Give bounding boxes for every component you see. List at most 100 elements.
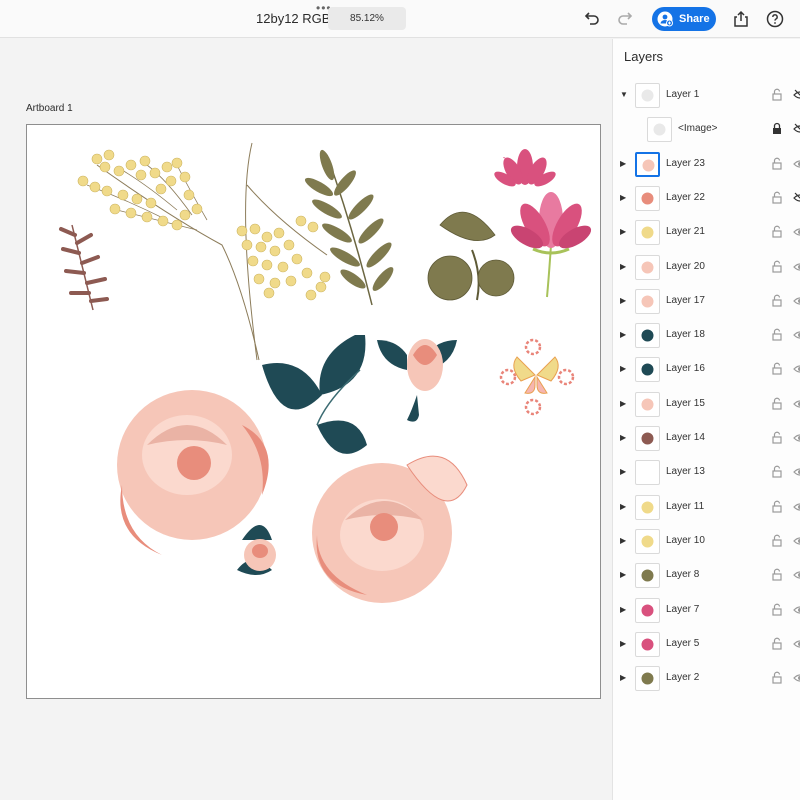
layer-row[interactable]: ▼ Layer 1 [613,79,800,113]
eye-hidden-icon[interactable] [793,191,800,205]
lock-open-icon[interactable] [770,500,784,514]
lock-open-icon[interactable] [770,603,784,617]
eye-icon[interactable] [793,603,800,617]
layer-name[interactable]: <Image> [678,123,717,134]
layer-row[interactable]: ▶ Layer 21 [613,216,800,250]
layer-name[interactable]: Layer 21 [666,226,705,237]
layer-name[interactable]: Layer 23 [666,158,705,169]
lock-open-icon[interactable] [770,191,784,205]
eye-icon[interactable] [793,294,800,308]
lock-open-icon[interactable] [770,328,784,342]
expand-arrow-icon[interactable]: ▶ [620,193,630,203]
eye-icon[interactable] [793,362,800,376]
layer-row[interactable]: ▶ Layer 17 [613,285,800,319]
layer-name[interactable]: Layer 10 [666,535,705,546]
layer-row[interactable]: ▶ Layer 2 [613,662,800,696]
eye-hidden-icon[interactable] [793,122,800,136]
layer-name[interactable]: Layer 20 [666,261,705,272]
eye-icon[interactable] [793,225,800,239]
eye-icon[interactable] [793,534,800,548]
eye-hidden-icon[interactable] [793,88,800,102]
layer-name[interactable]: Layer 1 [666,89,699,100]
redo-icon[interactable] [614,8,636,30]
eye-icon[interactable] [793,260,800,274]
eye-icon[interactable] [793,431,800,445]
lock-open-icon[interactable] [770,637,784,651]
expand-arrow-icon[interactable]: ▶ [620,159,630,169]
layer-name[interactable]: Layer 17 [666,295,705,306]
expand-arrow-icon[interactable]: ▶ [620,262,630,272]
layer-name[interactable]: Layer 16 [666,363,705,374]
eye-icon[interactable] [793,465,800,479]
zoom-level[interactable]: 85.12% [328,7,406,30]
expand-arrow-icon[interactable]: ▶ [620,570,630,580]
lock-open-icon[interactable] [770,362,784,376]
layer-name[interactable]: Layer 15 [666,398,705,409]
lock-open-icon[interactable] [770,294,784,308]
lock-open-icon[interactable] [770,568,784,582]
lock-open-icon[interactable] [770,397,784,411]
expand-arrow-icon[interactable]: ▶ [620,673,630,683]
lock-open-icon[interactable] [770,671,784,685]
layer-thumbnail [635,357,660,383]
lock-closed-icon[interactable] [770,122,784,136]
artboard[interactable] [26,124,601,699]
lock-open-icon[interactable] [770,157,784,171]
expand-arrow-icon[interactable]: ▶ [620,399,630,409]
layer-row[interactable]: ▶ Layer 20 [613,251,800,285]
expand-arrow-icon[interactable]: ▶ [620,227,630,237]
layer-row[interactable]: ▶ Layer 23 [613,148,800,182]
layer-row[interactable]: ▶ Layer 16 [613,353,800,387]
collapse-arrow-icon[interactable]: ▼ [620,90,630,100]
layer-name[interactable]: Layer 7 [666,604,699,615]
lock-open-icon[interactable] [770,225,784,239]
eye-icon[interactable] [793,568,800,582]
layer-name[interactable]: Layer 14 [666,432,705,443]
layer-thumbnail [635,391,660,417]
layer-row[interactable]: ▶ Layer 14 [613,422,800,456]
expand-arrow-icon[interactable]: ▶ [620,502,630,512]
expand-arrow-icon[interactable]: ▶ [620,536,630,546]
eye-icon[interactable] [793,328,800,342]
expand-arrow-icon[interactable]: ▶ [620,364,630,374]
layer-row[interactable]: ▶ Layer 22 [613,182,800,216]
layer-row[interactable]: ▶ Layer 11 [613,491,800,525]
expand-arrow-icon[interactable]: ▶ [620,296,630,306]
help-icon[interactable] [764,8,786,30]
layer-row[interactable]: ▶ Layer 5 [613,628,800,662]
eye-icon[interactable] [793,397,800,411]
layer-name[interactable]: Layer 18 [666,329,705,340]
expand-arrow-icon[interactable]: ▶ [620,467,630,477]
eye-icon[interactable] [793,157,800,171]
layer-name[interactable]: Layer 11 [666,501,704,512]
eye-icon[interactable] [793,671,800,685]
lock-open-icon[interactable] [770,88,784,102]
eye-icon[interactable] [793,637,800,651]
layer-name[interactable]: Layer 2 [666,672,699,683]
layer-row[interactable]: ▶ Layer 10 [613,525,800,559]
layer-name[interactable]: Layer 13 [666,466,705,477]
layer-row[interactable]: ▶ Layer 7 [613,594,800,628]
lock-open-icon[interactable] [770,431,784,445]
layer-name[interactable]: Layer 8 [666,569,699,580]
share-button[interactable]: Share [652,7,716,31]
layer-name[interactable]: Layer 22 [666,192,705,203]
artboard-label[interactable]: Artboard 1 [26,103,73,114]
layer-row[interactable]: ▶ Layer 15 [613,388,800,422]
export-icon[interactable] [730,8,752,30]
expand-arrow-icon[interactable]: ▶ [620,330,630,340]
layer-row[interactable]: ▶ Layer 18 [613,319,800,353]
layer-name[interactable]: Layer 5 [666,638,699,649]
expand-arrow-icon[interactable]: ▶ [620,433,630,443]
layer-row[interactable]: ▶ Layer 8 [613,559,800,593]
undo-icon[interactable] [581,8,603,30]
layer-row[interactable]: ▶ Layer 13 [613,456,800,490]
expand-arrow-icon[interactable]: ▶ [620,605,630,615]
expand-arrow-icon[interactable]: ▶ [620,639,630,649]
eye-icon[interactable] [793,500,800,514]
layer-row[interactable]: <Image> [613,113,800,147]
lock-open-icon[interactable] [770,260,784,274]
lock-open-icon[interactable] [770,534,784,548]
lock-open-icon[interactable] [770,465,784,479]
canvas-area[interactable]: Artboard 1 [0,39,612,800]
